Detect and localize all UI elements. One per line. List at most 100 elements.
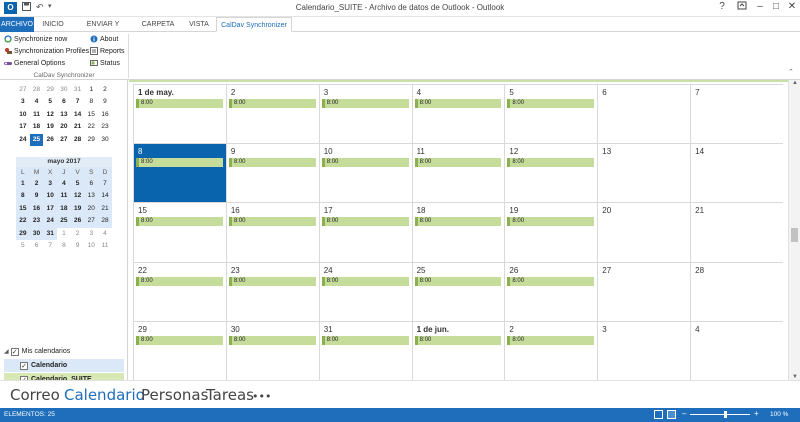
mini-calendar-day[interactable]: 31 [71,84,85,96]
day-cell[interactable]: 2 8:00 [225,85,319,144]
mini-calendar-day[interactable]: 29 [84,134,98,146]
day-cell[interactable]: 21 [690,203,783,263]
mini-calendar-day[interactable]: 30 [98,134,112,146]
mini-calendar-day[interactable]: 25 [29,133,44,146]
mini-calendar-day[interactable]: 18 [57,202,71,216]
mini-calendar-day[interactable]: 25 [57,215,71,228]
day-cell[interactable]: 20 [597,203,690,263]
mini-calendar-day[interactable]: 13 [84,190,99,203]
mini-calendar-day[interactable]: 5 [70,178,85,191]
mini-calendar-day[interactable]: 10 [16,109,30,121]
mini-calendar-day[interactable]: 19 [43,121,57,133]
mini-calendar-day[interactable]: 9 [29,190,44,203]
synchronization-profiles-button[interactable]: Synchronization Profiles [4,46,89,56]
appointment[interactable]: 8:00 [136,335,223,345]
day-cell[interactable]: 7 [690,85,783,144]
tab-carpeta[interactable]: CARPETA [136,17,180,32]
mini-calendar-day[interactable]: 29 [43,84,57,96]
appointment[interactable]: 8:00 [414,276,502,286]
day-cell[interactable]: 27 [597,262,690,322]
mini-calendar-day[interactable]: 22 [16,215,30,228]
mini-calendar-day[interactable]: 15 [16,202,30,216]
appointment[interactable]: 8:00 [321,276,409,286]
appointment[interactable]: 8:00 [136,99,223,108]
mini-calendar-day[interactable]: 1 [57,228,71,240]
appointment[interactable]: 8:00 [507,276,595,286]
mini-calendar-day[interactable]: 11 [98,240,112,252]
appointment[interactable]: 8:00 [414,99,502,108]
day-cell[interactable]: 28 [690,262,783,322]
day-cell[interactable]: 1 de jun. 8:00 [411,321,505,381]
mini-calendar-day[interactable]: 11 [57,190,71,203]
mini-calendar-day[interactable]: 10 [43,190,58,203]
day-cell[interactable]: 18 8:00 [411,203,505,263]
mini-calendar-day[interactable]: 28 [30,84,44,96]
group-checkbox[interactable]: ✓ [10,347,19,356]
mini-calendar-day[interactable]: 10 [84,240,98,252]
calendar-checkbox[interactable]: ✓ [20,361,28,370]
day-cell[interactable]: 10 8:00 [318,144,412,204]
status-button[interactable]: Status [90,58,120,68]
day-cell[interactable]: 30 8:00 [225,321,319,381]
mini-calendar-day[interactable]: 21 [98,202,112,216]
tab-vista[interactable]: VISTA [182,17,216,32]
day-cell[interactable]: 12 8:00 [504,144,597,204]
help-button[interactable]: ? [714,1,730,12]
calendar-item-calendario[interactable]: ✓ Calendario [4,359,124,372]
mini-calendar-day[interactable]: 17 [16,121,30,133]
mini-calendar-day[interactable]: 8 [57,240,71,252]
appointment[interactable]: 8:00 [507,217,595,227]
mini-calendar-day[interactable]: 22 [84,121,98,133]
tab-archivo[interactable]: ARCHIVO [0,17,34,32]
day-cell[interactable]: 6 [597,85,690,144]
scrollbar-thumb[interactable] [791,228,798,242]
appointment[interactable]: 8:00 [136,276,223,286]
nav-tareas[interactable]: Tareas [206,386,254,404]
day-cell[interactable]: 3 [597,321,690,381]
mini-calendar-day[interactable]: 2 [29,178,44,191]
mini-calendar-day[interactable]: 1 [84,84,98,96]
reading-view-icon[interactable] [667,410,676,419]
mini-calendar-day[interactable]: 16 [29,202,44,216]
nav-correo[interactable]: Correo [10,386,60,404]
mini-calendar-day[interactable]: 23 [98,121,112,133]
mini-calendar-day[interactable]: 21 [71,121,85,133]
appointment[interactable]: 8:00 [507,99,595,108]
day-cell[interactable]: 3 8:00 [318,85,412,144]
mini-calendar-day[interactable]: 7 [71,96,85,108]
maximize-button[interactable]: □ [768,1,784,12]
appointment[interactable]: 8:00 [507,158,595,168]
synchronize-now-button[interactable]: Synchronize now [4,34,67,44]
appointment[interactable]: 8:00 [321,217,409,227]
appointment[interactable]: 8:00 [507,335,595,345]
appointment[interactable]: 8:00 [228,335,316,345]
mini-calendar-day[interactable]: 30 [29,227,44,240]
mini-calendar-day[interactable]: 15 [84,109,98,121]
close-button[interactable]: ✕ [784,1,800,12]
zoom-slider[interactable] [690,414,750,415]
mini-calendar-day[interactable]: 3 [43,178,58,191]
day-cell[interactable]: 1 de may. 8:00 [133,85,226,144]
general-options-button[interactable]: General Options [4,58,65,68]
appointment[interactable]: 8:00 [414,217,502,227]
day-cell[interactable]: 22 8:00 [133,262,226,322]
mini-calendar-day[interactable]: 26 [43,134,57,146]
normal-view-icon[interactable] [654,410,663,419]
nav-more-icon[interactable]: ••• [252,390,271,403]
appointment[interactable]: 8:00 [228,217,316,227]
vertical-scrollbar[interactable]: ▲ ▼ [788,80,800,380]
mini-calendar-day[interactable]: 11 [30,109,44,121]
day-cell[interactable]: 4 [690,321,783,381]
mini-calendar-day[interactable]: 7 [43,240,57,252]
appointment[interactable]: 8:00 [228,99,316,108]
appointment[interactable]: 8:00 [414,335,502,345]
day-cell[interactable]: 23 8:00 [225,262,319,322]
day-cell[interactable]: 4 8:00 [411,85,505,144]
tab-enviar-recibir[interactable]: ENVIAR Y RECIBIR [72,17,134,43]
appointment[interactable]: 8:00 [228,276,316,286]
zoom-slider-knob[interactable] [724,411,727,418]
appointment[interactable]: 8:00 [228,158,316,168]
minimize-button[interactable]: – [752,1,768,12]
mini-calendar-day[interactable]: 29 [16,227,30,240]
mini-calendar-day[interactable]: 20 [84,202,99,216]
